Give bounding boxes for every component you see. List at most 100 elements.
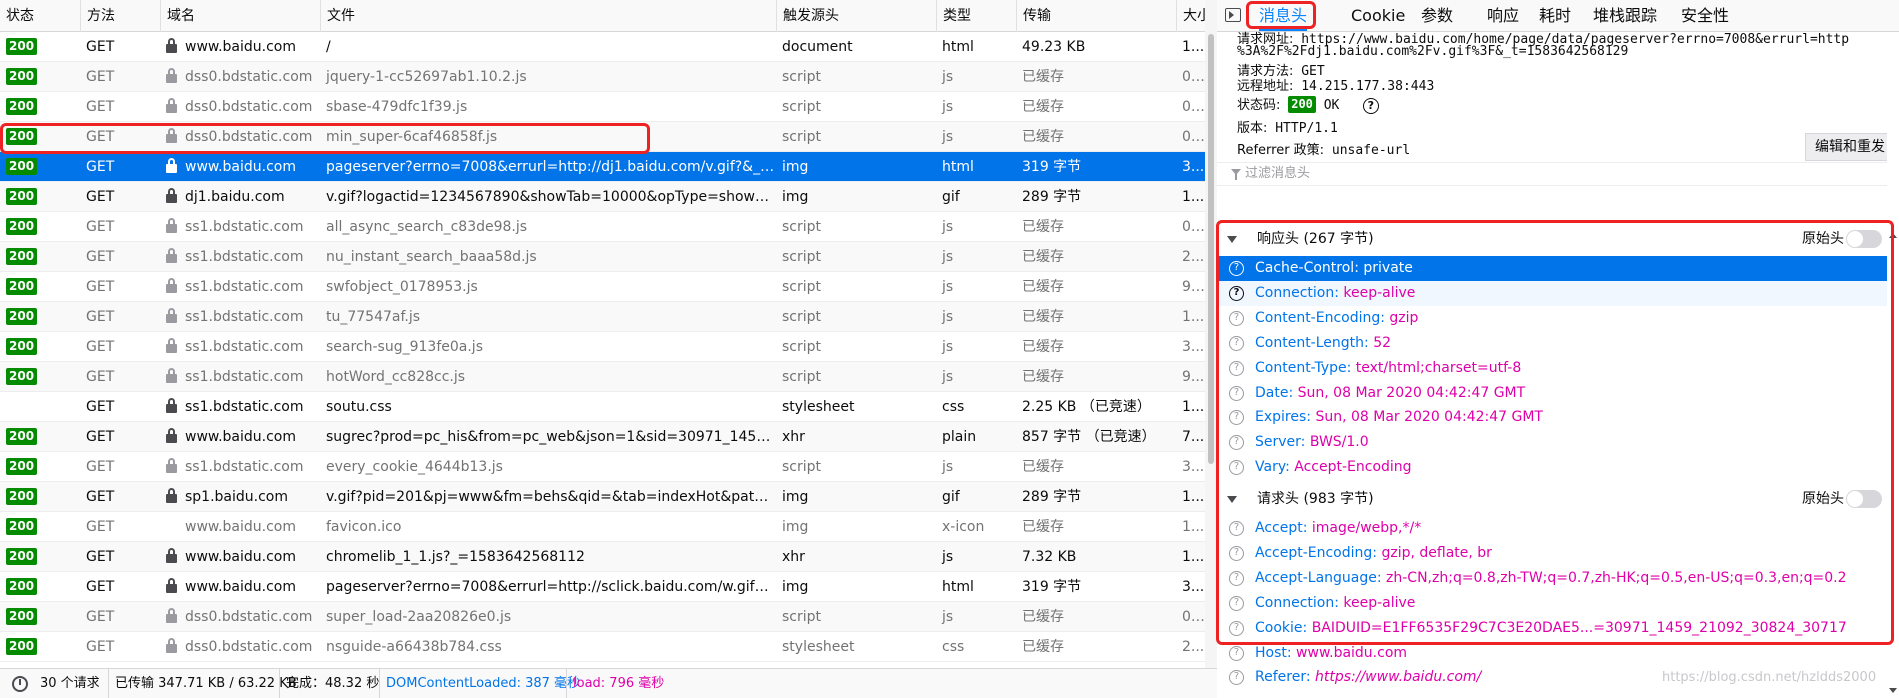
header-row[interactable]: ? Expires: Sun, 08 Mar 2020 04:42:47 GMT xyxy=(1217,405,1887,430)
header-name: Connection: keep-alive xyxy=(1255,591,1415,616)
help-icon[interactable]: ? xyxy=(1229,460,1244,476)
help-icon[interactable]: ? xyxy=(1229,645,1244,661)
response-headers-section[interactable]: 响应头 (267 字节) 原始头 xyxy=(1217,226,1887,252)
request-row[interactable]: 200 GET ss1.bdstatic.com search-sug_913fe0a… xyxy=(0,332,1205,362)
tab-5[interactable]: 堆栈跟踪 xyxy=(1593,0,1657,31)
transfer-total: 已传输 347.71 KB / 63.22 KB xyxy=(108,669,303,698)
header-row[interactable]: ? Content-Encoding: gzip xyxy=(1217,306,1887,331)
help-icon[interactable]: ? xyxy=(1229,570,1244,586)
column-header[interactable]: 方法 xyxy=(80,0,160,32)
help-icon[interactable]: ? xyxy=(1229,435,1244,451)
help-icon[interactable]: ? xyxy=(1229,385,1244,401)
help-icon[interactable]: ? xyxy=(1362,97,1379,114)
size-cell: 9... xyxy=(1182,369,1205,385)
header-row[interactable]: ? Content-Length: 52 xyxy=(1217,331,1887,356)
request-headers-section[interactable]: 请求头 (983 字节) 原始头 xyxy=(1217,486,1887,512)
header-row[interactable]: ? Accept-Encoding: gzip, deflate, br xyxy=(1217,541,1887,566)
tab-3[interactable]: 响应 xyxy=(1487,0,1519,31)
column-header[interactable]: 状态 xyxy=(0,0,80,32)
request-row[interactable]: 200 GET www.baidu.com chromelib_1_1.js?_=15… xyxy=(0,542,1205,572)
scroll-thumb[interactable] xyxy=(1208,34,1214,464)
help-icon[interactable]: ? xyxy=(1229,360,1244,376)
raw-headers-toggle[interactable] xyxy=(1846,230,1882,248)
scroll-up-icon[interactable] xyxy=(1889,233,1897,238)
help-icon[interactable]: ? xyxy=(1229,595,1244,611)
domain-cell: www.baidu.com xyxy=(160,152,320,182)
help-icon[interactable]: ? xyxy=(1229,261,1244,276)
tab-2[interactable]: 参数 xyxy=(1421,0,1453,31)
request-row[interactable]: 200 GET www.baidu.com / document html 49.23 KB… xyxy=(0,32,1205,62)
request-row[interactable]: 200 GET dss0.bdstatic.com min_super-6caf468… xyxy=(0,122,1205,152)
header-key-text: Connection: xyxy=(1255,594,1339,611)
request-row[interactable]: 200 GET www.baidu.com favicon.ico img x-icon 已… xyxy=(0,512,1205,542)
tab-1[interactable]: Cookie xyxy=(1351,0,1405,31)
column-header[interactable]: 类型 xyxy=(936,0,1016,32)
request-row[interactable]: 200 GET ss1.bdstatic.com nu_instant_search_… xyxy=(0,242,1205,272)
column-header[interactable]: 大小 xyxy=(1176,0,1206,32)
column-header[interactable]: 传输 xyxy=(1016,0,1176,32)
edit-resend-button[interactable]: 编辑和重发 xyxy=(1805,133,1895,161)
file-cell: sugrec?prod=pc_his&from=pc_web&json=1&si… xyxy=(326,429,776,445)
request-row[interactable]: 200 GET dss0.bdstatic.com jquery-1-cc52697a… xyxy=(0,62,1205,92)
header-row[interactable]: ? Date: Sun, 08 Mar 2020 04:42:47 GMT xyxy=(1217,381,1887,406)
header-row[interactable]: ? Connection: keep-alive xyxy=(1217,280,1887,306)
help-icon[interactable]: ? xyxy=(1229,335,1244,351)
header-row[interactable]: ? Host: www.baidu.com xyxy=(1217,641,1887,666)
header-row[interactable]: ? Server: BWS/1.0 xyxy=(1217,430,1887,455)
request-row[interactable]: 200 GET dss0.bdstatic.com sbase-479dfc1f39.… xyxy=(0,92,1205,122)
header-row[interactable]: ? Accept: image/webp,*/* xyxy=(1217,516,1887,541)
request-row[interactable]: 200 GET ss1.bdstatic.com tu_77547af.js scrip… xyxy=(0,302,1205,332)
help-icon[interactable]: ? xyxy=(1229,521,1244,536)
request-row[interactable]: 200 GET www.baidu.com pageserver?errno=7008… xyxy=(0,572,1205,602)
column-header[interactable]: 文件 xyxy=(320,0,776,32)
column-header[interactable]: 域名 xyxy=(160,0,320,32)
domain-text: www.baidu.com xyxy=(185,159,296,175)
domain-text: ss1.bdstatic.com xyxy=(185,219,304,235)
status-badge: 200 xyxy=(6,457,38,475)
header-row[interactable]: ? Vary: Accept-Encoding xyxy=(1217,455,1887,480)
request-row[interactable]: 200 GET dj1.baidu.com v.gif?logactid=123456… xyxy=(0,182,1205,212)
request-row[interactable]: 200 GET ss1.bdstatic.com hotWord_cc828cc.js… xyxy=(0,362,1205,392)
tab-0[interactable]: 消息头 xyxy=(1259,0,1308,31)
request-row[interactable]: 200 GET www.baidu.com pageserver?errno=7008… xyxy=(0,152,1205,182)
request-row[interactable]: 200 GET ss1.bdstatic.com every_cookie_4644b… xyxy=(0,452,1205,482)
request-row[interactable]: 200 GET ss1.bdstatic.com swfobject_0178953.… xyxy=(0,272,1205,302)
header-value: gzip xyxy=(1389,309,1419,326)
tab-6[interactable]: 安全性 xyxy=(1681,0,1729,31)
header-name: Host: www.baidu.com xyxy=(1255,641,1407,666)
status-badge: 200 xyxy=(6,247,38,265)
header-row[interactable]: ? Content-Type: text/html;charset=utf-8 xyxy=(1217,356,1887,381)
request-list-scrollbar[interactable] xyxy=(1205,0,1217,668)
filter-headers-input[interactable]: 过滤消息头 xyxy=(1217,162,1887,186)
help-icon[interactable]: ? xyxy=(1229,410,1244,426)
header-row[interactable]: ? Connection: keep-alive xyxy=(1217,591,1887,616)
request-row[interactable]: 200 GET ss1.bdstatic.com all_async_search_c… xyxy=(0,212,1205,242)
domain-cell: www.baidu.com xyxy=(160,32,320,62)
domain-text: www.baidu.com xyxy=(185,579,296,595)
header-row[interactable]: ? Accept-Language: zh-CN,zh;q=0.8,zh-TW;q… xyxy=(1217,566,1887,591)
column-header[interactable]: 触发源头 xyxy=(776,0,936,32)
tab-4[interactable]: 耗时 xyxy=(1539,0,1571,31)
details-scrollbar[interactable] xyxy=(1887,33,1899,698)
request-row[interactable]: 200 GET dss0.bdstatic.com nsguide-a66438b78… xyxy=(0,632,1205,662)
raw-headers-toggle[interactable] xyxy=(1846,490,1882,508)
referrer-policy: Referrer 政策: unsafe-url xyxy=(1237,143,1411,158)
lock-icon xyxy=(166,607,177,623)
type-cell: gif xyxy=(942,189,960,205)
header-row[interactable]: ? Cookie: BAIDUID=E1FF6535F29C7C3E20DAE5.… xyxy=(1217,616,1887,641)
header-row[interactable]: ? Cache-Control: private xyxy=(1217,256,1887,281)
request-row[interactable]: GET ss1.bdstatic.com soutu.css stylesheet cs… xyxy=(0,392,1205,422)
request-row[interactable]: 200 GET dss0.bdstatic.com super_load-2aa208… xyxy=(0,602,1205,632)
toggle-panel-icon[interactable] xyxy=(1225,8,1241,22)
request-row[interactable]: 200 GET www.baidu.com sugrec?prod=pc_his&fr… xyxy=(0,422,1205,452)
scroll-down-icon[interactable] xyxy=(1889,688,1897,693)
help-icon[interactable]: ? xyxy=(1229,285,1244,301)
help-icon[interactable]: ? xyxy=(1229,620,1244,636)
method-cell: GET xyxy=(86,129,115,145)
transfer-cell: 已缓存 xyxy=(1022,99,1064,115)
help-icon[interactable]: ? xyxy=(1229,310,1244,326)
help-icon[interactable]: ? xyxy=(1229,670,1244,686)
request-row[interactable]: 200 GET sp1.baidu.com v.gif?pid=201&pj=www&… xyxy=(0,482,1205,512)
status-cell: 200 xyxy=(0,362,80,392)
help-icon[interactable]: ? xyxy=(1229,545,1244,561)
